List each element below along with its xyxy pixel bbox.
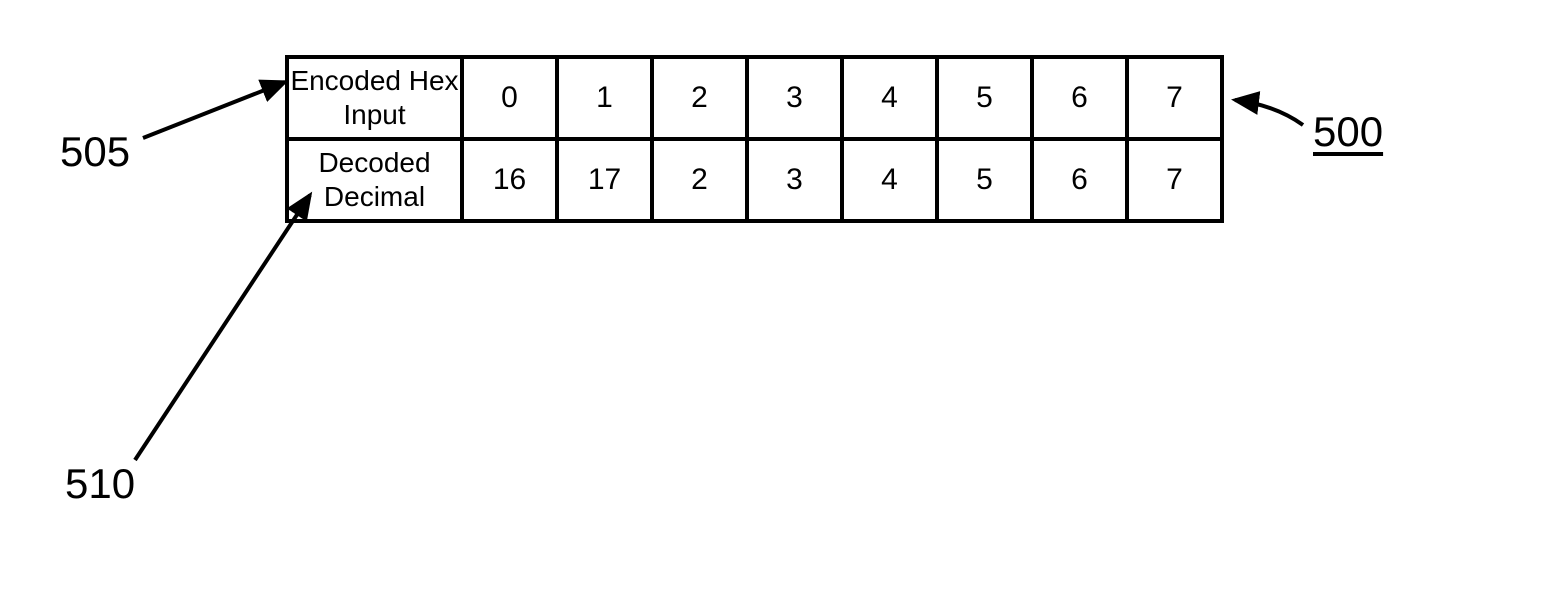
row-label-encoded-hex: Encoded Hex Input	[287, 57, 462, 139]
cell: 2	[652, 57, 747, 139]
cell: 4	[842, 57, 937, 139]
row-label-text: Encoded Hex Input	[290, 65, 458, 130]
cell: 16	[462, 139, 557, 221]
cell: 1	[557, 57, 652, 139]
cell: 0	[462, 57, 557, 139]
reference-label-500: 500	[1313, 108, 1383, 156]
cell: 3	[747, 57, 842, 139]
cell: 7	[1127, 57, 1222, 139]
cell: 6	[1032, 57, 1127, 139]
cell: 4	[842, 139, 937, 221]
row-label-text: Decoded Decimal	[318, 147, 430, 212]
cell: 7	[1127, 139, 1222, 221]
cell: 5	[937, 139, 1032, 221]
reference-label-510: 510	[65, 460, 135, 508]
cell: 2	[652, 139, 747, 221]
table-row: Decoded Decimal 16 17 2 3 4 5 6 7	[287, 139, 1222, 221]
table-row: Encoded Hex Input 0 1 2 3 4 5 6 7	[287, 57, 1222, 139]
reference-label-505: 505	[60, 128, 130, 176]
row-label-decoded-decimal: Decoded Decimal	[287, 139, 462, 221]
cell: 5	[937, 57, 1032, 139]
cell: 17	[557, 139, 652, 221]
cell: 6	[1032, 139, 1127, 221]
encoding-table: Encoded Hex Input 0 1 2 3 4 5 6 7 Decode…	[285, 55, 1224, 223]
cell: 3	[747, 139, 842, 221]
